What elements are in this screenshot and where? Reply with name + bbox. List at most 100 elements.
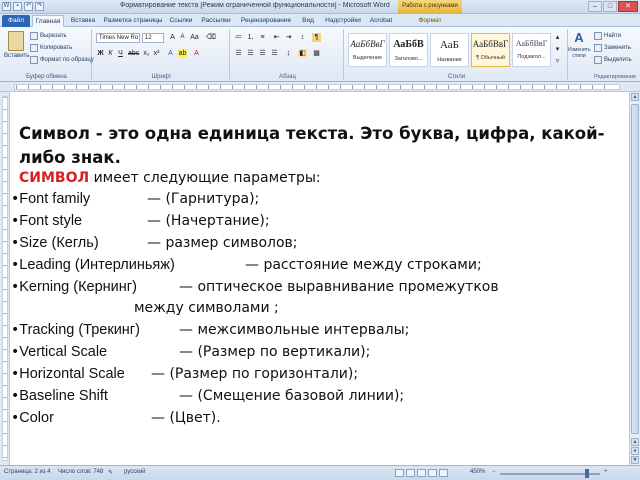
italic-icon[interactable]: К bbox=[106, 49, 115, 58]
change-case-icon[interactable]: Aa bbox=[190, 33, 199, 42]
cut-button[interactable]: Вырезать bbox=[30, 32, 67, 40]
proofing-icon[interactable]: ✎ bbox=[108, 469, 113, 476]
borders-icon[interactable]: ▦ bbox=[312, 49, 321, 58]
find-button[interactable]: Найти bbox=[594, 32, 621, 40]
style-heading[interactable]: АаБбВ Заголово... bbox=[389, 33, 428, 67]
clear-formatting-icon[interactable]: ⌫ bbox=[206, 33, 216, 42]
minimize-icon[interactable]: – bbox=[588, 1, 602, 12]
param-name: Font family bbox=[19, 191, 91, 207]
numbering-icon[interactable]: ⒈ bbox=[246, 33, 255, 42]
scroll-thumb[interactable] bbox=[631, 104, 639, 434]
tab-page-layout[interactable]: Разметка страницы bbox=[102, 15, 164, 27]
select-label: Выделить bbox=[604, 57, 632, 63]
styles-scroll-down-icon[interactable]: ▾ bbox=[553, 45, 562, 54]
style-normal[interactable]: АаБбВвГ ¶ Обычный bbox=[471, 33, 510, 67]
brush-icon bbox=[30, 56, 38, 64]
line-spacing-icon[interactable]: ↨ bbox=[284, 49, 293, 58]
font-size-combobox[interactable]: 12 bbox=[142, 33, 164, 43]
save-icon[interactable]: ▪ bbox=[13, 2, 22, 11]
next-page-icon[interactable]: ▼ bbox=[631, 456, 639, 464]
sort-icon[interactable]: ↕ bbox=[298, 33, 307, 42]
vertical-scrollbar[interactable]: ▲ ▲ ● ▼ bbox=[629, 92, 640, 465]
param-name: Size (Кегль) bbox=[19, 235, 99, 251]
paste-button[interactable]: Вставить bbox=[4, 31, 29, 59]
tab-insert[interactable]: Вставка bbox=[66, 15, 100, 27]
style-name: Подзагол... bbox=[517, 54, 546, 60]
outline-view-icon[interactable] bbox=[428, 469, 437, 477]
maximize-icon[interactable]: □ bbox=[603, 1, 617, 12]
tab-view[interactable]: Вид bbox=[298, 15, 318, 27]
ribbon-tabs: Файл Главная Вставка Разметка страницы С… bbox=[0, 14, 640, 27]
style-title[interactable]: АаБ Название bbox=[430, 33, 469, 67]
zoom-level[interactable]: 450% bbox=[470, 469, 485, 475]
subscript-icon[interactable]: x₂ bbox=[142, 49, 151, 58]
align-center-icon[interactable]: ☰ bbox=[246, 49, 255, 58]
format-painter-button[interactable]: Формат по образцу bbox=[30, 56, 94, 64]
tab-mailings[interactable]: Рассылки bbox=[198, 15, 234, 27]
change-styles-icon: A bbox=[574, 30, 584, 45]
print-layout-view-icon[interactable] bbox=[395, 469, 404, 477]
bullets-icon[interactable]: ≔ bbox=[234, 33, 243, 42]
tab-file[interactable]: Файл bbox=[2, 15, 30, 27]
word-logo-icon[interactable]: W bbox=[2, 2, 11, 11]
highlight-icon[interactable]: ab bbox=[178, 49, 187, 58]
tab-format[interactable]: Формат bbox=[410, 15, 450, 27]
justify-icon[interactable]: ☰ bbox=[270, 49, 279, 58]
tab-review[interactable]: Рецензирование bbox=[236, 15, 296, 27]
intro-rest: имеет следующие параметры: bbox=[89, 170, 321, 186]
style-name: Выделение bbox=[352, 55, 383, 61]
styles-more-icon[interactable]: ▿ bbox=[553, 57, 562, 66]
zoom-out-icon[interactable]: − bbox=[492, 469, 496, 475]
replace-button[interactable]: Заменить bbox=[594, 44, 631, 52]
font-name-combobox[interactable]: Times New Ro bbox=[96, 33, 140, 43]
draft-view-icon[interactable] bbox=[439, 469, 448, 477]
increase-indent-icon[interactable]: ⇥ bbox=[284, 33, 293, 42]
page-indicator[interactable]: Страница: 2 из 4 bbox=[4, 469, 51, 475]
scroll-up-icon[interactable]: ▲ bbox=[631, 93, 639, 101]
shrink-font-icon[interactable]: A bbox=[178, 33, 187, 42]
language-indicator[interactable]: русский bbox=[124, 469, 146, 475]
paragraph-group: ≔ ⒈ ≡ ⇤ ⇥ ↕ ¶ ☰ ☰ ☰ ☰ ↨ ◧ ▦ Абзац bbox=[232, 29, 344, 80]
vertical-ruler[interactable] bbox=[0, 92, 10, 465]
shading-icon[interactable]: ◧ bbox=[298, 49, 307, 58]
zoom-slider-thumb[interactable] bbox=[585, 469, 589, 478]
superscript-icon[interactable]: x² bbox=[152, 49, 161, 58]
tab-references[interactable]: Ссылки bbox=[166, 15, 196, 27]
browse-object-icon[interactable]: ● bbox=[631, 447, 639, 455]
intro-line: СИМВОЛ имеет следующие параметры: bbox=[19, 170, 321, 186]
find-icon bbox=[594, 32, 602, 40]
document-page[interactable]: Символ - это одна единица текста. Это бу… bbox=[11, 92, 628, 465]
prev-page-icon[interactable]: ▲ bbox=[631, 438, 639, 446]
show-formatting-marks-icon[interactable]: ¶ bbox=[312, 33, 321, 42]
underline-icon[interactable]: Ч bbox=[116, 49, 125, 58]
style-emphasis[interactable]: АаБбВвГ Выделение bbox=[348, 33, 387, 67]
word-count[interactable]: Число слов: 748 bbox=[58, 469, 103, 475]
text-effects-icon[interactable]: A bbox=[166, 49, 175, 58]
align-right-icon[interactable]: ☰ bbox=[258, 49, 267, 58]
list-item: •Size (Кегль) bbox=[11, 235, 99, 251]
change-styles-button[interactable]: A Изменить стили bbox=[568, 30, 591, 60]
strikethrough-icon[interactable]: abc bbox=[128, 49, 139, 58]
align-left-icon[interactable]: ☰ bbox=[234, 49, 243, 58]
style-subtitle[interactable]: АаБбВвГ Подзагол... bbox=[512, 33, 551, 67]
close-icon[interactable]: ✕ bbox=[618, 1, 638, 12]
web-layout-view-icon[interactable] bbox=[417, 469, 426, 477]
redo-icon[interactable]: ↷ bbox=[35, 2, 44, 11]
undo-icon[interactable]: ↶ bbox=[24, 2, 33, 11]
ribbon: Вставить Вырезать Копировать Формат по о… bbox=[0, 27, 640, 82]
editing-group-label: Редактирование bbox=[594, 74, 636, 80]
styles-scroll-up-icon[interactable]: ▴ bbox=[553, 33, 562, 42]
zoom-in-icon[interactable]: + bbox=[604, 469, 608, 475]
full-screen-view-icon[interactable] bbox=[406, 469, 415, 477]
bold-icon[interactable]: Ж bbox=[96, 49, 105, 58]
tab-home[interactable]: Главная bbox=[32, 15, 64, 27]
horizontal-ruler[interactable] bbox=[0, 82, 640, 92]
grow-font-icon[interactable]: A bbox=[168, 33, 177, 42]
multilevel-list-icon[interactable]: ≡ bbox=[258, 33, 267, 42]
copy-button[interactable]: Копировать bbox=[30, 44, 72, 52]
select-button[interactable]: Выделить bbox=[594, 56, 632, 64]
decrease-indent-icon[interactable]: ⇤ bbox=[272, 33, 281, 42]
font-color-icon[interactable]: A bbox=[192, 49, 201, 58]
tab-acrobat[interactable]: Acrobat bbox=[366, 15, 396, 27]
tab-add-ins[interactable]: Надстройки bbox=[322, 15, 364, 27]
